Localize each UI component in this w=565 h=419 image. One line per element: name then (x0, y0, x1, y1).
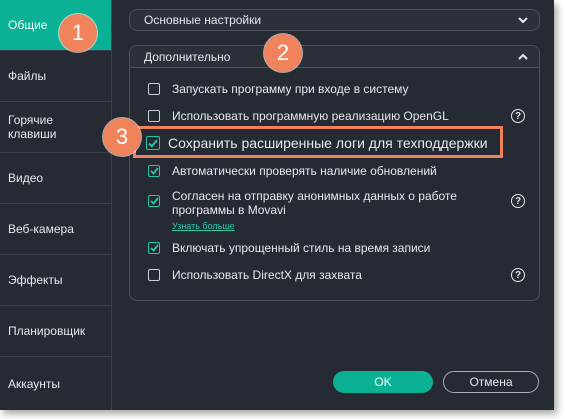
checkbox-checked[interactable] (148, 195, 160, 207)
sidebar-item-effects[interactable]: Эффекты (0, 255, 111, 306)
option-autostart[interactable]: Запускать программу при входе в систему (148, 82, 409, 96)
sidebar-item-label: Видео (8, 171, 44, 185)
section-title: Основные настройки (144, 13, 262, 27)
checkbox[interactable] (148, 83, 160, 95)
option-extended-logs[interactable]: Сохранить расширенные логи для техподдер… (146, 135, 488, 151)
chevron-down-icon (517, 14, 529, 26)
sidebar-item-scheduler[interactable]: Планировщик (0, 306, 111, 357)
help-icon[interactable]: ? (511, 109, 525, 123)
section-advanced: Дополнительно Запускать программу при вх… (129, 45, 540, 301)
chevron-up-icon (517, 51, 529, 63)
settings-content: Основные настройки Дополнительно Запуска… (112, 0, 554, 410)
help-icon[interactable]: ? (511, 194, 525, 208)
sidebar-item-label: Общие (8, 18, 48, 32)
option-label: Использовать DirectX для захвата (172, 268, 362, 282)
step-marker-1: 1 (59, 14, 97, 52)
option-directx-capture[interactable]: Использовать DirectX для захвата (148, 268, 362, 282)
sidebar-item-hotkeys[interactable]: Горячие клавиши (0, 102, 111, 153)
checkbox-checked[interactable] (146, 136, 160, 150)
option-simple-style[interactable]: Включать упрощенный стиль на время запис… (148, 241, 430, 255)
step-marker-3: 3 (103, 118, 141, 156)
cancel-button[interactable]: Отмена (443, 371, 539, 393)
option-anonymous-data[interactable]: Согласен на отправку анонимных данных о … (148, 189, 488, 233)
section-basic-settings[interactable]: Основные настройки (129, 9, 540, 31)
option-software-opengl[interactable]: Использовать программную реализацию Open… (148, 109, 449, 123)
checkmark-icon (149, 167, 159, 175)
sidebar-item-label: Файлы (8, 69, 47, 83)
option-text: Согласен на отправку анонимных данных о … (172, 189, 472, 233)
sidebar: Общие Файлы Горячие клавиши Видео Веб-ка… (0, 0, 112, 410)
highlight-box: Сохранить расширенные логи для техподдер… (133, 126, 503, 158)
learn-more-link[interactable]: Узнать больше (172, 219, 472, 233)
checkbox-checked[interactable] (148, 242, 160, 254)
sidebar-item-webcam[interactable]: Веб-камера (0, 204, 111, 255)
checkmark-icon (149, 244, 159, 252)
option-label: Включать упрощенный стиль на время запис… (172, 241, 431, 255)
option-label: Использовать программную реализацию Open… (172, 109, 449, 123)
checkmark-icon (148, 139, 158, 148)
section-advanced-header[interactable]: Дополнительно (130, 46, 539, 68)
sidebar-item-label: Веб-камера (8, 222, 74, 236)
help-icon[interactable]: ? (511, 268, 525, 282)
sidebar-item-label: Планировщик (8, 324, 86, 338)
sidebar-item-label: Горячие клавиши (8, 113, 57, 141)
sidebar-item-files[interactable]: Файлы (0, 51, 111, 102)
option-label: Автоматически проверять наличие обновлен… (172, 164, 437, 178)
checkbox[interactable] (148, 110, 160, 122)
option-auto-updates[interactable]: Автоматически проверять наличие обновлен… (148, 164, 437, 178)
option-label: Запускать программу при входе в систему (172, 82, 409, 96)
section-title: Дополнительно (144, 49, 231, 64)
option-label: Сохранить расширенные логи для техподдер… (168, 135, 488, 151)
step-marker-2: 2 (264, 34, 302, 72)
sidebar-item-video[interactable]: Видео (0, 153, 111, 204)
checkbox[interactable] (148, 269, 160, 281)
checkmark-icon (149, 197, 159, 205)
ok-button[interactable]: OK (333, 371, 433, 393)
sidebar-item-label: Эффекты (8, 273, 63, 287)
option-label: Согласен на отправку анонимных данных о … (172, 189, 457, 217)
checkbox-checked[interactable] (148, 165, 160, 177)
sidebar-item-accounts[interactable]: Аккаунты (0, 357, 111, 410)
sidebar-item-label: Аккаунты (8, 376, 61, 391)
